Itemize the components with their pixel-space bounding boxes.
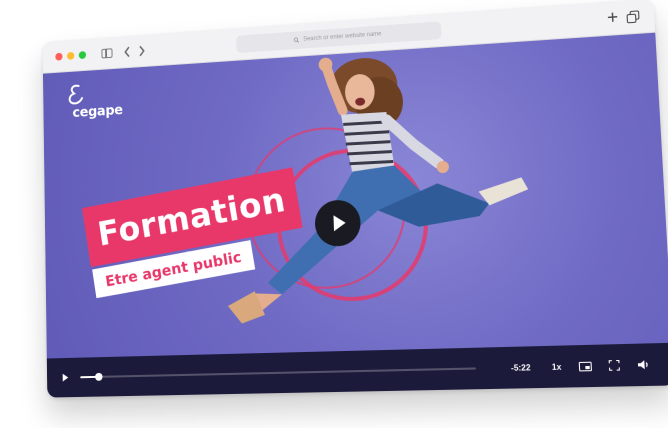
picture-in-picture-icon[interactable] <box>576 358 594 373</box>
logo-text: cegape <box>72 102 123 121</box>
player-controls: -5:22 1x <box>46 342 668 398</box>
time-remaining: -5:22 <box>510 362 531 373</box>
seek-handle[interactable] <box>95 372 103 381</box>
address-placeholder: Search or enter website name <box>303 31 382 43</box>
sidebar-icon[interactable] <box>99 44 116 62</box>
zoom-window-button[interactable] <box>78 51 87 60</box>
seek-bar[interactable] <box>80 367 476 381</box>
cegape-logo: cegape <box>63 82 123 121</box>
window-controls <box>55 51 87 61</box>
video-player[interactable]: cegape Formation Etre agent public -5:22… <box>42 32 668 398</box>
close-window-button[interactable] <box>55 52 63 61</box>
mini-play-button[interactable] <box>60 371 71 385</box>
playback-speed-button[interactable]: 1x <box>547 359 567 374</box>
search-icon <box>294 37 300 43</box>
chevron-right-icon[interactable] <box>133 42 150 60</box>
fullscreen-icon[interactable] <box>606 358 622 373</box>
browser-window: Search or enter website name + cegape Fo… <box>42 0 668 398</box>
plus-icon[interactable]: + <box>607 7 619 28</box>
play-icon <box>333 214 346 232</box>
minimize-window-button[interactable] <box>66 51 75 60</box>
scene: Search or enter website name + cegape Fo… <box>0 0 668 428</box>
play-icon <box>62 373 69 382</box>
tabs-icon[interactable] <box>626 10 640 24</box>
volume-icon[interactable] <box>634 357 652 372</box>
